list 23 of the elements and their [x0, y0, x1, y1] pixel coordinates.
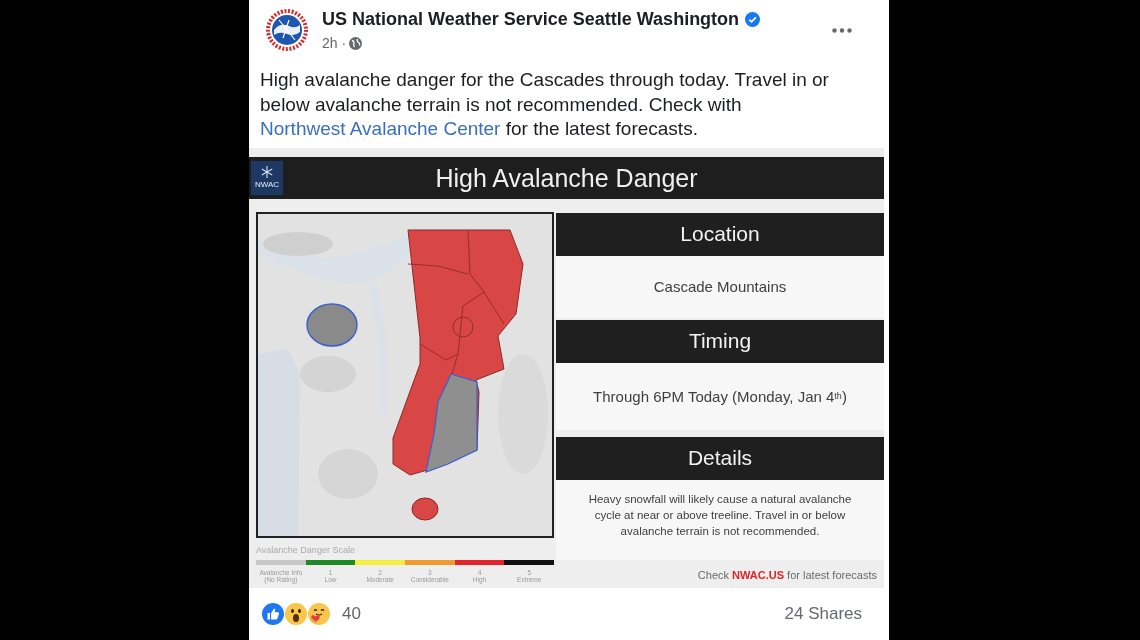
section-text: Cascade Mountains — [556, 255, 884, 318]
section-text: Through 6PM Today (Monday, Jan 4$^{th}$) — [556, 362, 884, 430]
reaction-count[interactable]: 40 — [342, 603, 361, 624]
more-options-icon[interactable] — [832, 28, 852, 33]
section-heading: Location — [556, 212, 884, 256]
nwac-logo-text: NWAC — [254, 180, 280, 189]
graphic-title: High Avalanche Danger — [434, 162, 699, 193]
snowflake-icon — [261, 166, 273, 178]
hugging-face-icon[interactable] — [308, 602, 330, 625]
author-name[interactable]: US National Weather Service Seattle Washington — [322, 8, 740, 30]
avalanche-center-link[interactable]: Northwest Avalanche Center — [260, 118, 501, 139]
share-count[interactable]: 24 Shares — [784, 603, 862, 624]
thumbs-up-icon[interactable] — [262, 602, 284, 625]
post-text: High avalanche danger for the Cascades through today. Travel in or below avalanche terrain is not recommended. Check with Northwest Avalanche Center for the latest forecasts. — [260, 68, 830, 141]
surprised-face-icon[interactable] — [285, 602, 307, 625]
section-heading: Details — [556, 436, 884, 480]
globe-icon[interactable] — [349, 36, 363, 50]
forecast-note: Check NWAC.US for latest forecasts — [697, 567, 877, 582]
section-heading: Timing — [556, 319, 884, 363]
scale-title: Avalanche Danger Scale — [256, 543, 356, 556]
weather-service-logo-icon[interactable] — [265, 8, 309, 52]
post-time[interactable]: 2h · — [322, 34, 347, 52]
section-text: Heavy snowfall will likely cause a natural avalanche cycle at near or above treeline. Travel in or below avalanche terrain is not recommended. — [556, 479, 884, 560]
